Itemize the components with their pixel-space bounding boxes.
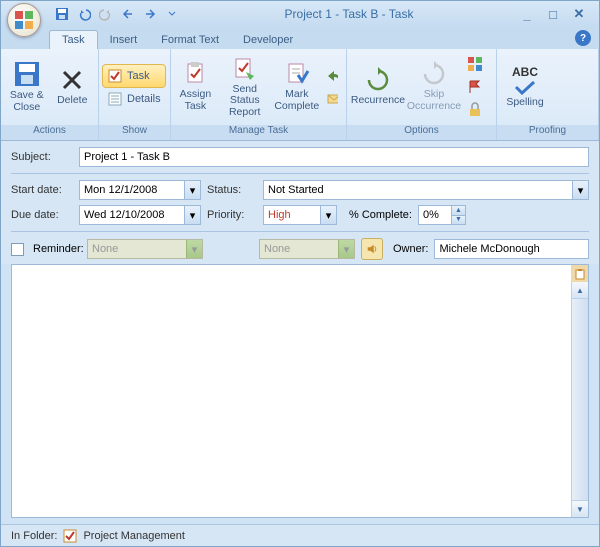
reminder-label: Reminder: [33,243,81,255]
qat-next-icon[interactable] [141,5,159,23]
chevron-down-icon[interactable]: ▾ [184,181,200,199]
in-folder-value: Project Management [83,530,185,542]
categorize-button[interactable] [463,53,487,75]
group-proofing: ABC Spelling Proofing [497,49,599,140]
chevron-down-icon[interactable]: ▾ [184,206,200,224]
assign-task-button[interactable]: Assign Task [175,51,216,123]
group-actions: Save & Close Delete Actions [1,49,99,140]
owner-input[interactable]: Michele McDonough [434,239,589,259]
tab-task[interactable]: Task [49,30,98,49]
pct-complete-label: % Complete: [349,209,412,221]
delete-icon [59,67,85,93]
skip-icon [421,61,447,87]
qat-customize-icon[interactable] [163,5,181,23]
recurrence-icon [365,67,391,93]
details-icon [107,91,123,107]
reminder-date-combo: None ▾ [87,239,203,259]
assign-task-icon [182,61,208,87]
group-options: Recurrence Skip Occurrence Options [347,49,497,140]
qat-prev-icon[interactable] [119,5,137,23]
quick-access-toolbar [53,5,181,23]
close-button[interactable]: ✕ [569,5,589,23]
start-date-combo[interactable]: Mon 12/1/2008 ▾ [79,180,201,200]
maximize-button[interactable]: □ [543,5,563,23]
ribbon: Save & Close Delete Actions Task Details [1,49,599,141]
save-close-button[interactable]: Save & Close [5,51,49,123]
spin-up[interactable]: ▲ [451,206,465,216]
followup-button[interactable] [463,76,487,98]
ribbon-tabstrip: Task Insert Format Text Developer ? [1,27,599,49]
show-task-button[interactable]: Task [103,65,165,87]
chevron-down-icon: ▾ [338,240,354,258]
status-combo[interactable]: Not Started ▾ [263,180,589,200]
lock-icon [467,102,483,118]
form-area: Subject: Project 1 - Task B Start date: … [1,141,599,264]
skip-occurrence-button: Skip Occurrence [407,51,461,123]
chevron-down-icon[interactable]: ▾ [572,181,588,199]
qat-save-icon[interactable] [53,5,71,23]
abc-icon: ABC [512,66,538,79]
in-folder-label: In Folder: [11,530,57,542]
recurrence-button[interactable]: Recurrence [351,51,405,123]
tab-developer[interactable]: Developer [231,31,305,49]
owner-label: Owner: [393,243,428,255]
vertical-scrollbar[interactable]: ▲ ▼ [571,282,588,517]
reminder-time-combo: None ▾ [259,239,355,259]
flag-icon [467,79,483,95]
task-window: Project 1 - Task B - Task _ □ ✕ Task Ins… [0,0,600,547]
mark-complete-icon [284,61,310,87]
divider [11,173,589,174]
help-icon[interactable]: ? [575,30,591,46]
send-icon [232,56,258,82]
forward-icon [326,91,338,107]
subject-input[interactable]: Project 1 - Task B [79,147,589,167]
speaker-icon [366,242,378,256]
tab-format-text[interactable]: Format Text [149,31,231,49]
save-icon [13,60,41,88]
private-button[interactable] [463,99,487,121]
mark-complete-button[interactable]: Mark Complete [274,51,320,123]
qat-undo-icon[interactable] [75,5,93,23]
reminder-sound-button[interactable] [361,238,383,260]
titlebar: Project 1 - Task B - Task _ □ ✕ [1,1,599,27]
spelling-button[interactable]: ABC Spelling [501,51,549,123]
tab-insert[interactable]: Insert [98,31,150,49]
priority-label: Priority: [207,209,257,221]
statusbar: In Folder: Project Management [1,524,599,546]
delete-button[interactable]: Delete [51,51,95,123]
window-title: Project 1 - Task B - Task [181,7,517,21]
group-show: Task Details Show [99,49,171,140]
manage-small-1[interactable] [322,65,342,87]
task-icon [107,68,123,84]
priority-combo[interactable]: High ▾ [263,205,337,225]
group-manage-task: Assign Task Send Status Report Mark Comp… [171,49,347,140]
start-date-label: Start date: [11,184,73,196]
scroll-down-icon[interactable]: ▼ [572,500,588,517]
scroll-up-icon[interactable]: ▲ [572,282,588,299]
window-controls: _ □ ✕ [517,5,589,23]
chevron-down-icon: ▾ [186,240,202,258]
clipboard-icon[interactable] [571,265,588,282]
status-label: Status: [207,184,257,196]
task-body-editor[interactable]: ▲ ▼ [11,264,589,518]
reminder-checkbox[interactable] [11,243,24,256]
chevron-down-icon[interactable]: ▾ [320,206,336,224]
manage-small-2[interactable] [322,88,342,110]
due-date-combo[interactable]: Wed 12/10/2008 ▾ [79,205,201,225]
subject-label: Subject: [11,151,73,163]
reply-icon [326,68,338,84]
office-button[interactable] [7,3,41,37]
show-details-button[interactable]: Details [103,88,165,110]
send-status-report-button[interactable]: Send Status Report [218,51,272,123]
qat-redo-icon[interactable] [97,5,115,23]
spin-down[interactable]: ▼ [451,216,465,225]
pct-complete-spinner[interactable]: 0% ▲▼ [418,205,466,225]
divider [11,231,589,232]
categorize-icon [467,56,483,72]
due-date-label: Due date: [11,209,73,221]
minimize-button[interactable]: _ [517,5,537,23]
task-folder-icon [63,529,77,543]
